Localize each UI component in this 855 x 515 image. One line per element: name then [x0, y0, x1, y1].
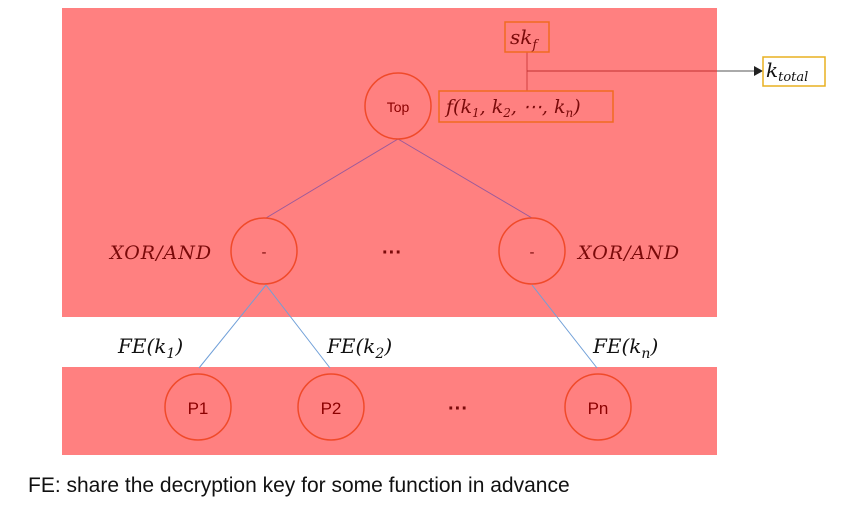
gate-label-left: XOR/AND: [108, 242, 212, 264]
mid-ellipsis: ···: [382, 242, 402, 264]
upper-panel: [62, 8, 717, 317]
node-mid-right-label: -: [530, 244, 535, 261]
node-top-label: Top: [387, 99, 410, 115]
gate-label-right: XOR/AND: [576, 242, 680, 264]
diagram-caption: FE: share the decryption key for some fu…: [28, 474, 570, 497]
node-party-p2-label: P2: [321, 399, 342, 418]
arrowhead-icon: [754, 66, 763, 76]
edge-label-fe-k1: FE(k1): [117, 334, 183, 362]
edge-label-fe-k2: FE(k2): [326, 334, 392, 362]
fe-tree-diagram: Top skf f(k1, k2, ⋯, kn) ktotal XOR/AND …: [62, 8, 826, 455]
function-label: f(k1, k2, ⋯, kn): [444, 96, 581, 120]
lower-panel: [62, 367, 717, 455]
party-ellipsis: ···: [448, 398, 468, 420]
node-party-p1-label: P1: [188, 399, 209, 418]
node-mid-left-label: -: [262, 244, 267, 261]
edge-label-fe-kn: FE(kn): [592, 334, 658, 362]
node-party-pn-label: Pn: [588, 399, 609, 418]
